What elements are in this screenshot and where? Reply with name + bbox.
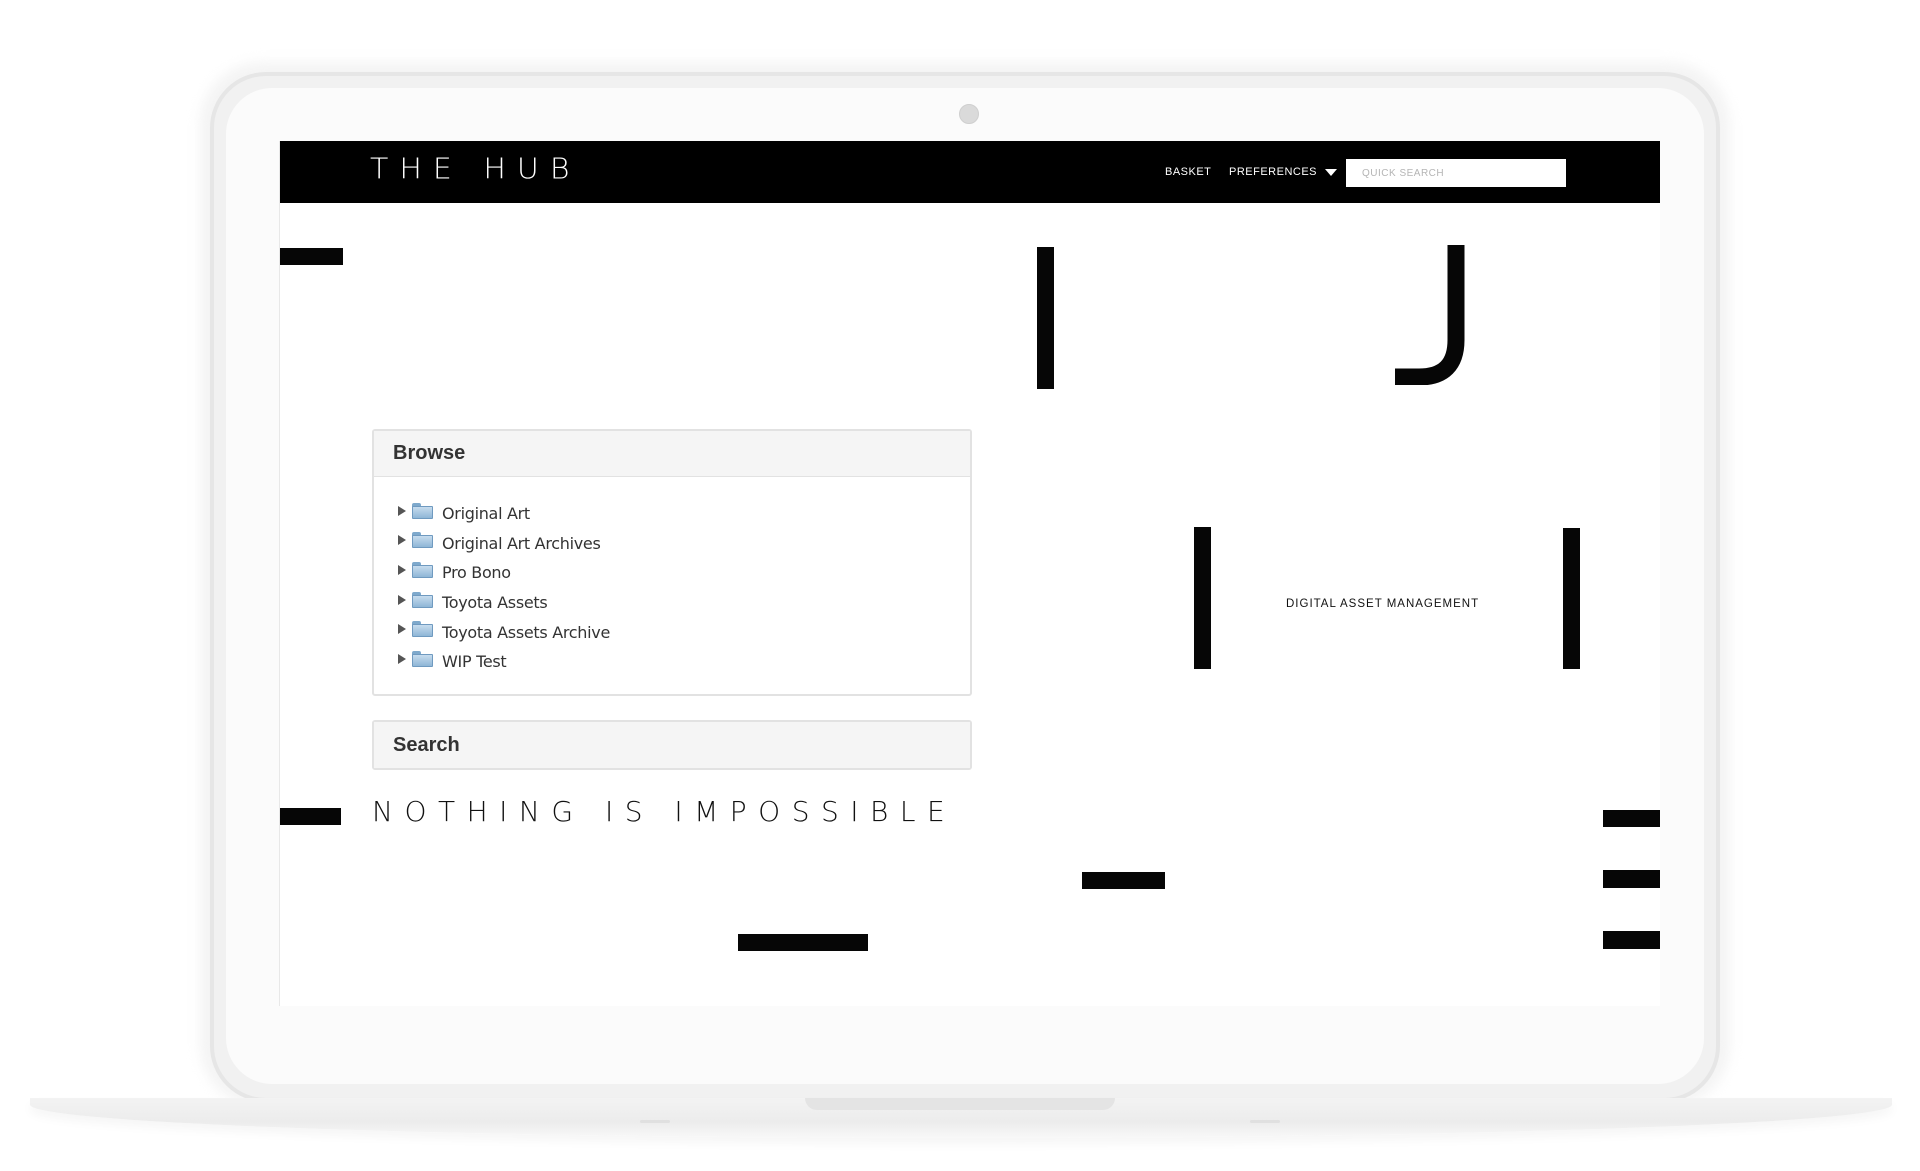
browse-panel: Browse Original Art Original Art Archive… [372,429,972,696]
decorative-bar [1082,872,1165,889]
folder-icon [412,591,433,608]
expand-triangle-icon[interactable] [398,653,406,664]
preferences-menu[interactable]: PREFERENCES [1229,166,1338,178]
expand-triangle-icon[interactable] [398,564,406,575]
folder-label[interactable]: Toyota Assets [442,593,548,612]
decorative-bar [280,808,341,825]
decorative-bar [1603,870,1660,888]
folder-label[interactable]: Toyota Assets Archive [442,623,610,642]
decorative-bar [1603,931,1660,949]
folder-icon [412,502,433,519]
folder-item[interactable]: Toyota Assets [398,588,970,618]
site-logo[interactable]: THE HUB [370,155,581,185]
laptop-notch [805,1098,1115,1110]
caret-down-icon [1325,168,1338,176]
top-navigation-bar: THE HUB BASKET PREFERENCES [280,141,1660,203]
decorative-bar [1037,247,1054,389]
folder-item[interactable]: WIP Test [398,647,970,677]
folder-icon [412,621,433,638]
laptop-foot [640,1120,670,1123]
expand-triangle-icon[interactable] [398,535,406,546]
quick-search-input[interactable] [1346,159,1566,187]
folder-icon [412,532,433,549]
decorative-bar [1603,810,1660,827]
search-panel[interactable]: Search [372,720,972,770]
search-panel-title[interactable]: Search [374,722,970,768]
expand-triangle-icon[interactable] [398,594,406,605]
folder-label[interactable]: Pro Bono [442,563,511,582]
folder-icon [412,561,433,578]
decorative-j-shape [1395,245,1465,385]
decorative-bar [280,248,343,265]
folder-label[interactable]: WIP Test [442,652,507,671]
folder-label[interactable]: Original Art [442,504,530,523]
browse-panel-title: Browse [374,431,970,477]
folder-item[interactable]: Original Art [398,499,970,529]
basket-link[interactable]: BASKET [1165,166,1211,178]
tagline: NOTHING IS IMPOSSIBLE [372,795,957,828]
expand-triangle-icon[interactable] [398,505,406,516]
folder-item[interactable]: Original Art Archives [398,529,970,559]
expand-triangle-icon[interactable] [398,624,406,635]
subtitle-digital-asset-management: DIGITAL ASSET MANAGEMENT [1286,598,1480,610]
laptop-foot [1250,1120,1280,1123]
folder-tree: Original Art Original Art Archives Pro B… [374,477,970,677]
folder-icon [412,650,433,667]
folder-label[interactable]: Original Art Archives [442,534,601,553]
preferences-label: PREFERENCES [1229,166,1318,178]
decorative-bar [1563,528,1580,669]
decorative-bar [738,934,868,951]
folder-item[interactable]: Toyota Assets Archive [398,617,970,647]
screen: THE HUB BASKET PREFERENCES Browse Origin… [279,141,1660,1006]
webcam-icon [959,104,979,124]
decorative-bar [1194,527,1211,669]
folder-item[interactable]: Pro Bono [398,558,970,588]
